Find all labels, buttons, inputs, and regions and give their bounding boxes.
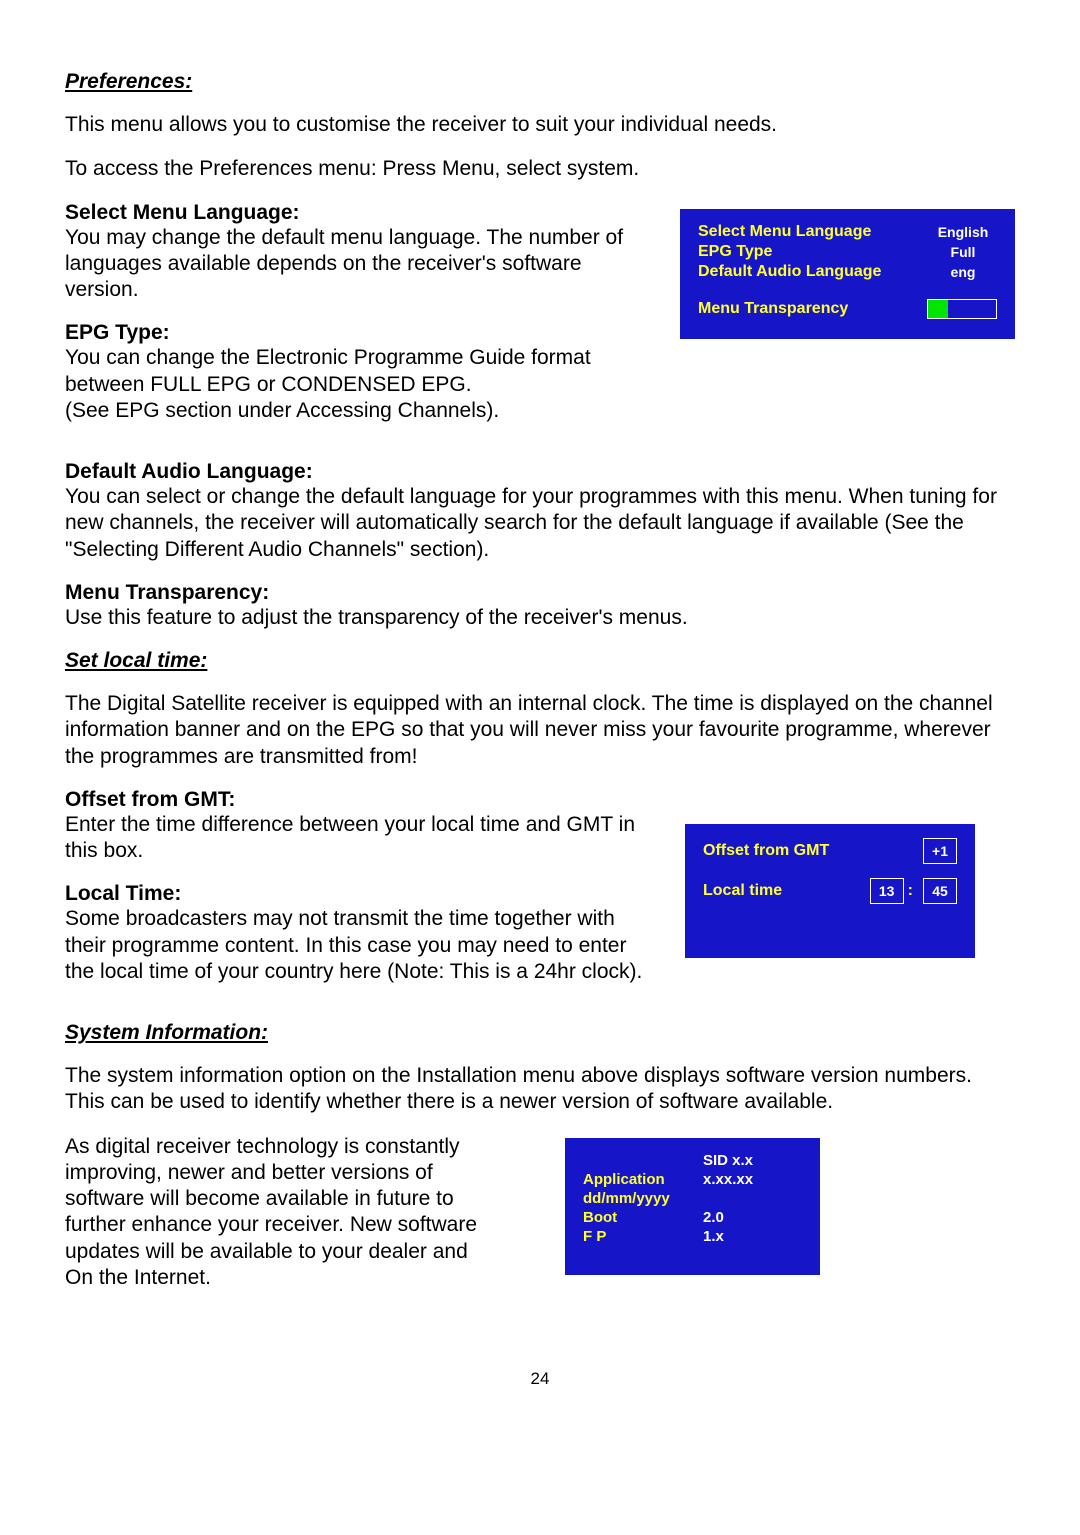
body-local-time: Some broadcasters may not transmit the t… [65,906,645,985]
osd-offset-value: +1 [923,838,957,864]
heading-default-audio: Default Audio Language: [65,460,1015,484]
osd-time-colon: : [908,882,913,900]
heading-menu-transparency: Menu Transparency: [65,581,1015,605]
osd-sys-fp-val: 1.x [703,1228,802,1245]
osd-sys-date-val [703,1190,802,1207]
osd-time-panel: Offset from GMT +1 Local time 13 : 45 [685,824,975,958]
set-local-time-intro: The Digital Satellite receiver is equipp… [65,691,1015,770]
osd-sys-boot-val: 2.0 [703,1209,802,1226]
osd-transparency-slider [927,299,997,319]
heading-local-time: Local Time: [65,882,645,906]
osd-value-audio-language: eng [929,264,997,280]
osd-label-menu-language: Select Menu Language [698,223,871,241]
osd-value-epg-type: Full [929,244,997,260]
osd-sys-boot-label: Boot [583,1209,703,1226]
body-offset-gmt: Enter the time difference between your l… [65,812,645,865]
osd-label-offset: Offset from GMT [703,842,829,860]
osd-sys-blank [583,1152,703,1169]
section-title-set-local-time: Set local time: [65,649,1015,673]
heading-select-menu-language: Select Menu Language: [65,201,640,225]
preferences-intro: This menu allows you to customise the re… [65,112,1015,138]
section-title-system-info: System Information: [65,1021,1015,1045]
heading-offset-gmt: Offset from GMT: [65,788,645,812]
osd-hour-value: 13 [870,878,904,904]
osd-label-audio-language: Default Audio Language [698,263,881,281]
preferences-access: To access the Preferences menu: Press Me… [65,156,1015,182]
osd-preferences-panel: Select Menu Language English EPG Type Fu… [680,209,1015,339]
body-menu-transparency: Use this feature to adjust the transpare… [65,605,1015,631]
body-default-audio: You can select or change the default lan… [65,484,1015,563]
section-title-preferences: Preferences: [65,70,1015,94]
system-info-intro: The system information option on the Ins… [65,1063,1015,1116]
heading-epg-type: EPG Type: [65,321,640,345]
osd-system-panel: SID x.x Application x.xx.xx dd/mm/yyyy B… [565,1138,820,1275]
system-info-body: As digital receiver technology is consta… [65,1134,495,1292]
osd-sys-app-val: x.xx.xx [703,1171,802,1188]
osd-label-localtime: Local time [703,882,782,900]
osd-sys-date-label: dd/mm/yyyy [583,1190,703,1207]
osd-label-epg-type: EPG Type [698,243,772,261]
page-number: 24 [65,1369,1015,1389]
osd-transparency-fill [928,300,948,318]
body-epg-type-2: (See EPG section under Accessing Channel… [65,398,640,424]
osd-sys-sid: SID x.x [703,1152,802,1169]
osd-label-transparency: Menu Transparency [698,300,848,318]
osd-sys-fp-label: F P [583,1228,703,1245]
osd-sys-app-label: Application [583,1171,703,1188]
body-epg-type-1: You can change the Electronic Programme … [65,345,640,398]
osd-value-menu-language: English [929,224,997,240]
body-select-menu-language: You may change the default menu language… [65,225,640,304]
osd-minute-value: 45 [923,878,957,904]
